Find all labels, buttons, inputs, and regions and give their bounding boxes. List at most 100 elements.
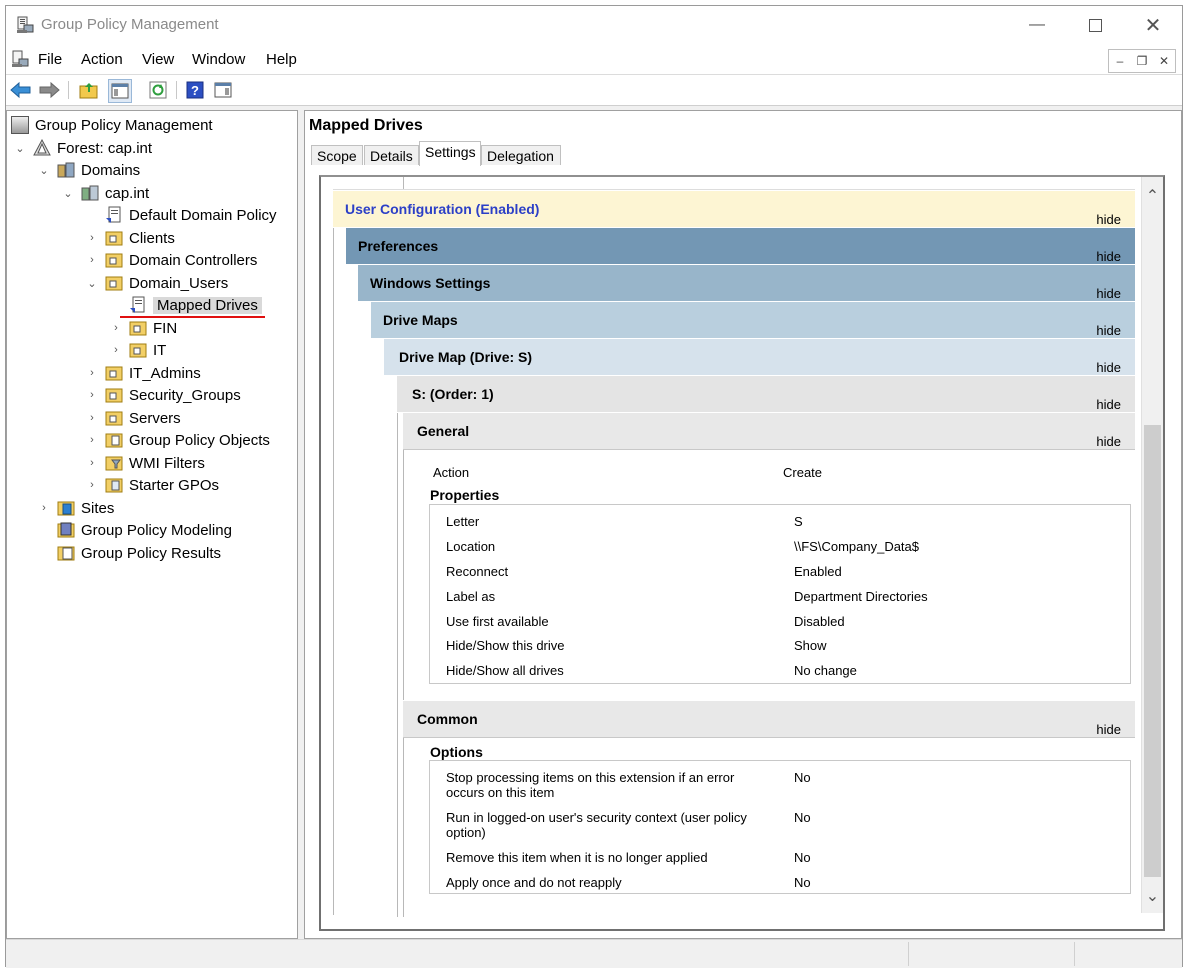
- show-hide-console-tree-button[interactable]: [108, 79, 132, 103]
- tab-settings[interactable]: Settings: [419, 141, 481, 166]
- menu-window[interactable]: Window: [192, 51, 245, 68]
- action-label: Action: [433, 465, 470, 480]
- tree-node-sites[interactable]: › Sites: [37, 497, 114, 519]
- user-configuration-header[interactable]: User Configuration (Enabled) hide: [333, 191, 1135, 228]
- system-menu-icon[interactable]: [10, 49, 30, 69]
- mdi-restore-icon[interactable]: ❐: [1131, 50, 1153, 72]
- refresh-icon: [149, 81, 167, 99]
- hide-link[interactable]: hide: [1096, 323, 1121, 338]
- scrollbar-thumb[interactable]: [1144, 425, 1161, 877]
- prop-value: No change: [794, 663, 857, 678]
- chevron-right-icon[interactable]: ›: [109, 344, 123, 356]
- up-one-level-button[interactable]: [78, 79, 100, 101]
- mdi-controls: – ❐ ✕: [1108, 49, 1176, 73]
- forward-button[interactable]: [38, 79, 60, 101]
- tab-delegation[interactable]: Delegation: [481, 145, 561, 165]
- hide-link[interactable]: hide: [1096, 360, 1121, 375]
- scroll-down-icon[interactable]: ⌄: [1142, 885, 1163, 907]
- close-icon: ✕: [1144, 14, 1162, 37]
- menu-view[interactable]: View: [142, 51, 174, 68]
- tree-node-modeling[interactable]: Group Policy Modeling: [37, 519, 232, 541]
- ou-folder-icon: [129, 321, 147, 336]
- tree-node-gpm-root[interactable]: Group Policy Management: [11, 114, 213, 136]
- tree-node-it[interactable]: › IT: [109, 339, 166, 361]
- help-icon: ?: [186, 81, 204, 99]
- maximize-button[interactable]: [1066, 6, 1124, 44]
- chevron-right-icon[interactable]: ›: [85, 434, 99, 446]
- refresh-button[interactable]: [147, 79, 169, 101]
- hide-link[interactable]: hide: [1096, 249, 1121, 264]
- tree-node-forest[interactable]: ⌄ Forest: cap.int: [13, 137, 152, 159]
- ou-folder-icon: [105, 276, 123, 291]
- chevron-down-icon[interactable]: ⌄: [85, 277, 99, 290]
- toolbar-separator: [68, 81, 69, 99]
- chevron-down-icon[interactable]: ⌄: [37, 164, 51, 177]
- hide-link[interactable]: hide: [1096, 434, 1121, 449]
- chevron-right-icon[interactable]: ›: [85, 232, 99, 244]
- tree-node-domain-controllers[interactable]: › Domain Controllers: [85, 249, 257, 271]
- prop-key: Reconnect: [446, 564, 509, 579]
- menu-file[interactable]: File: [38, 51, 62, 68]
- tree-node-domain-users[interactable]: ⌄ Domain_Users: [85, 272, 228, 294]
- options-heading: Options: [430, 744, 483, 760]
- chevron-right-icon[interactable]: ›: [37, 502, 51, 514]
- tree-node-servers[interactable]: › Servers: [85, 407, 181, 429]
- tree-node-gpo[interactable]: › Group Policy Objects: [85, 429, 270, 451]
- tree-node-default-domain-policy[interactable]: Default Domain Policy: [85, 204, 277, 226]
- ou-folder-icon: [105, 253, 123, 268]
- mdi-minimize-icon[interactable]: –: [1109, 50, 1131, 72]
- hide-link[interactable]: hide: [1096, 722, 1121, 737]
- vertical-scrollbar[interactable]: ⌃ ⌄: [1141, 177, 1163, 913]
- prop-key: Location: [446, 539, 496, 554]
- show-action-pane-button[interactable]: [212, 79, 234, 101]
- mdi-close-icon[interactable]: ✕: [1153, 50, 1175, 72]
- tree-node-domains[interactable]: ⌄ Domains: [37, 159, 140, 181]
- menu-help[interactable]: Help: [266, 51, 297, 68]
- tree-node-clients[interactable]: › Clients: [85, 227, 175, 249]
- preferences-header[interactable]: Preferences hide: [346, 228, 1135, 265]
- prop-key: Use first available: [446, 614, 549, 629]
- tab-scope[interactable]: Scope: [311, 145, 363, 165]
- minimize-button[interactable]: —: [1008, 6, 1066, 44]
- properties-heading: Properties: [430, 487, 500, 503]
- tree-node-cap-int[interactable]: ⌄ cap.int: [61, 182, 149, 204]
- tree-node-fin[interactable]: › FIN: [109, 317, 177, 339]
- results-icon: [57, 546, 75, 561]
- chevron-right-icon[interactable]: ›: [85, 457, 99, 469]
- order-header[interactable]: S: (Order: 1) hide: [397, 376, 1135, 413]
- maximize-icon: [1088, 18, 1102, 32]
- common-header[interactable]: Common hide: [403, 701, 1135, 738]
- scroll-up-icon[interactable]: ⌃: [1142, 185, 1163, 207]
- drive-map-header[interactable]: Drive Map (Drive: S) hide: [384, 339, 1135, 376]
- chevron-right-icon[interactable]: ›: [109, 322, 123, 334]
- general-header[interactable]: General hide: [403, 413, 1135, 450]
- chevron-right-icon[interactable]: ›: [85, 389, 99, 401]
- hide-link[interactable]: hide: [1096, 212, 1121, 227]
- chevron-right-icon[interactable]: ›: [85, 479, 99, 491]
- drive-maps-header[interactable]: Drive Maps hide: [371, 302, 1135, 339]
- tree-node-security-groups[interactable]: › Security_Groups: [85, 384, 241, 406]
- tree-node-mapped-drives[interactable]: Mapped Drives: [109, 294, 262, 316]
- chevron-right-icon[interactable]: ›: [85, 412, 99, 424]
- hide-link[interactable]: hide: [1096, 286, 1121, 301]
- ou-folder-icon: [105, 366, 123, 381]
- close-button[interactable]: ✕: [1124, 6, 1182, 44]
- back-button[interactable]: [10, 79, 32, 101]
- tree-node-wmi-filters[interactable]: › WMI Filters: [85, 452, 205, 474]
- chevron-down-icon[interactable]: ⌄: [13, 142, 27, 155]
- menu-action[interactable]: Action: [81, 51, 123, 68]
- tree-node-results[interactable]: Group Policy Results: [37, 542, 221, 564]
- hide-link[interactable]: hide: [1096, 397, 1121, 412]
- chevron-right-icon[interactable]: ›: [85, 254, 99, 266]
- domain-icon: [81, 185, 99, 201]
- tab-details[interactable]: Details: [364, 145, 419, 165]
- settings-report: User Configuration (Enabled) hide Prefer…: [319, 175, 1165, 931]
- windows-settings-header[interactable]: Windows Settings hide: [358, 265, 1135, 302]
- chevron-right-icon[interactable]: ›: [85, 367, 99, 379]
- chevron-down-icon[interactable]: ⌄: [61, 187, 75, 200]
- ou-folder-icon: [105, 388, 123, 403]
- tree-node-starter-gpos[interactable]: › Starter GPOs: [85, 474, 219, 496]
- help-button[interactable]: ?: [184, 79, 206, 101]
- tree-node-it-admins[interactable]: › IT_Admins: [85, 362, 201, 384]
- prop-value: \\FS\Company_Data$: [794, 539, 920, 554]
